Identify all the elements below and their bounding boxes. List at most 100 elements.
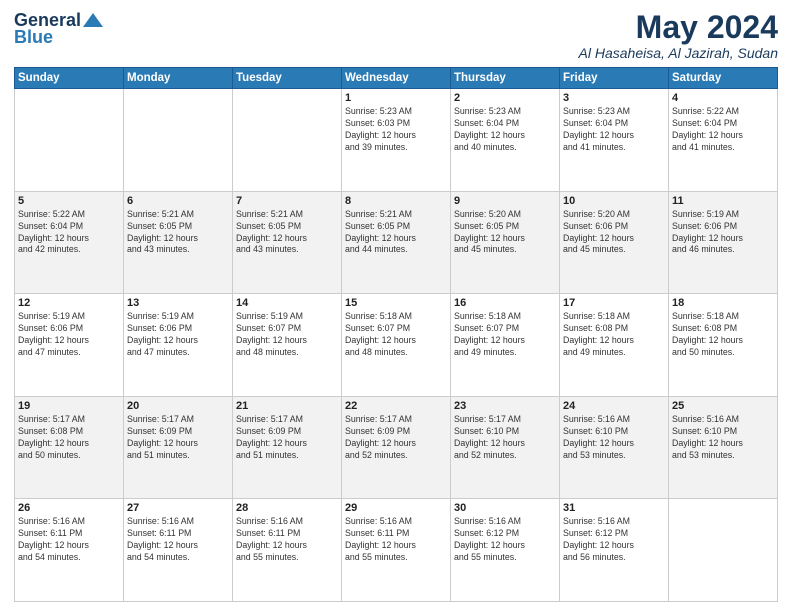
day-number: 3 [563, 92, 665, 104]
day-number: 29 [345, 502, 447, 514]
day-number: 27 [127, 502, 229, 514]
calendar-empty [233, 89, 342, 192]
day-info: Sunrise: 5:18 AM Sunset: 6:08 PM Dayligh… [563, 311, 665, 359]
day-info: Sunrise: 5:17 AM Sunset: 6:09 PM Dayligh… [236, 414, 338, 462]
day-info: Sunrise: 5:19 AM Sunset: 6:06 PM Dayligh… [18, 311, 120, 359]
calendar-day-20: 20 Sunrise: 5:17 AM Sunset: 6:09 PM Dayli… [124, 396, 233, 499]
day-number: 18 [672, 297, 774, 309]
day-info: Sunrise: 5:23 AM Sunset: 6:04 PM Dayligh… [563, 106, 665, 154]
day-info: Sunrise: 5:17 AM Sunset: 6:09 PM Dayligh… [345, 414, 447, 462]
calendar-week-1: 1 Sunrise: 5:23 AM Sunset: 6:03 PM Daylig… [15, 89, 778, 192]
day-number: 10 [563, 195, 665, 207]
day-number: 14 [236, 297, 338, 309]
calendar-day-17: 17Sunrise: 5:18 AM Sunset: 6:08 PM Dayli… [560, 294, 669, 397]
day-info: Sunrise: 5:16 AM Sunset: 6:10 PM Dayligh… [563, 414, 665, 462]
calendar-empty [124, 89, 233, 192]
day-info: Sunrise: 5:23 AM Sunset: 6:03 PM Dayligh… [345, 106, 447, 154]
day-header-sunday: Sunday [15, 68, 124, 89]
day-number: 24 [563, 400, 665, 412]
day-info: Sunrise: 5:20 AM Sunset: 6:05 PM Dayligh… [454, 209, 556, 257]
calendar-day-27: 27 Sunrise: 5:16 AM Sunset: 6:11 PM Dayli… [124, 499, 233, 602]
header: General Blue May 2024 Al Hasaheisa, Al J… [14, 10, 778, 61]
calendar-day-2: 2 Sunrise: 5:23 AM Sunset: 6:04 PM Daylig… [451, 89, 560, 192]
day-number: 5 [18, 195, 120, 207]
calendar-day-16: 16 Sunrise: 5:18 AM Sunset: 6:07 PM Dayli… [451, 294, 560, 397]
day-number: 31 [563, 502, 665, 514]
calendar-day-26: 26Sunrise: 5:16 AM Sunset: 6:11 PM Dayli… [15, 499, 124, 602]
day-header-saturday: Saturday [669, 68, 778, 89]
calendar-week-5: 26Sunrise: 5:16 AM Sunset: 6:11 PM Dayli… [15, 499, 778, 602]
day-info: Sunrise: 5:16 AM Sunset: 6:11 PM Dayligh… [345, 516, 447, 564]
day-info: Sunrise: 5:16 AM Sunset: 6:11 PM Dayligh… [236, 516, 338, 564]
calendar-day-7: 7 Sunrise: 5:21 AM Sunset: 6:05 PM Daylig… [233, 191, 342, 294]
subtitle: Al Hasaheisa, Al Jazirah, Sudan [579, 45, 778, 61]
day-info: Sunrise: 5:16 AM Sunset: 6:12 PM Dayligh… [563, 516, 665, 564]
day-number: 7 [236, 195, 338, 207]
day-info: Sunrise: 5:21 AM Sunset: 6:05 PM Dayligh… [127, 209, 229, 257]
day-info: Sunrise: 5:18 AM Sunset: 6:07 PM Dayligh… [454, 311, 556, 359]
day-info: Sunrise: 5:16 AM Sunset: 6:11 PM Dayligh… [127, 516, 229, 564]
calendar-day-1: 1 Sunrise: 5:23 AM Sunset: 6:03 PM Daylig… [342, 89, 451, 192]
calendar-day-15: 15Sunrise: 5:18 AM Sunset: 6:07 PM Dayli… [342, 294, 451, 397]
day-info: Sunrise: 5:19 AM Sunset: 6:06 PM Dayligh… [672, 209, 774, 257]
calendar-header-row: SundayMondayTuesdayWednesdayThursdayFrid… [15, 68, 778, 89]
day-info: Sunrise: 5:21 AM Sunset: 6:05 PM Dayligh… [236, 209, 338, 257]
day-header-tuesday: Tuesday [233, 68, 342, 89]
day-header-monday: Monday [124, 68, 233, 89]
calendar-day-28: 28Sunrise: 5:16 AM Sunset: 6:11 PM Dayli… [233, 499, 342, 602]
logo-icon [83, 13, 103, 29]
day-info: Sunrise: 5:20 AM Sunset: 6:06 PM Dayligh… [563, 209, 665, 257]
calendar-day-30: 30 Sunrise: 5:16 AM Sunset: 6:12 PM Dayli… [451, 499, 560, 602]
calendar-day-9: 9 Sunrise: 5:20 AM Sunset: 6:05 PM Daylig… [451, 191, 560, 294]
logo-blue: Blue [14, 27, 53, 48]
day-info: Sunrise: 5:18 AM Sunset: 6:08 PM Dayligh… [672, 311, 774, 359]
day-number: 20 [127, 400, 229, 412]
calendar-day-25: 25Sunrise: 5:16 AM Sunset: 6:10 PM Dayli… [669, 396, 778, 499]
calendar-day-10: 10 Sunrise: 5:20 AM Sunset: 6:06 PM Dayli… [560, 191, 669, 294]
calendar-week-4: 19Sunrise: 5:17 AM Sunset: 6:08 PM Dayli… [15, 396, 778, 499]
calendar-day-3: 3 Sunrise: 5:23 AM Sunset: 6:04 PM Daylig… [560, 89, 669, 192]
day-number: 19 [18, 400, 120, 412]
calendar-day-22: 22 Sunrise: 5:17 AM Sunset: 6:09 PM Dayli… [342, 396, 451, 499]
day-header-wednesday: Wednesday [342, 68, 451, 89]
calendar-day-14: 14 Sunrise: 5:19 AM Sunset: 6:07 PM Dayli… [233, 294, 342, 397]
day-info: Sunrise: 5:23 AM Sunset: 6:04 PM Dayligh… [454, 106, 556, 154]
calendar-day-29: 29 Sunrise: 5:16 AM Sunset: 6:11 PM Dayli… [342, 499, 451, 602]
calendar-week-3: 12 Sunrise: 5:19 AM Sunset: 6:06 PM Dayli… [15, 294, 778, 397]
day-header-friday: Friday [560, 68, 669, 89]
day-number: 9 [454, 195, 556, 207]
day-number: 4 [672, 92, 774, 104]
calendar-day-8: 8Sunrise: 5:21 AM Sunset: 6:05 PM Daylig… [342, 191, 451, 294]
day-number: 22 [345, 400, 447, 412]
logo: General Blue [14, 10, 103, 48]
calendar-day-13: 13Sunrise: 5:19 AM Sunset: 6:06 PM Dayli… [124, 294, 233, 397]
calendar-day-18: 18 Sunrise: 5:18 AM Sunset: 6:08 PM Dayli… [669, 294, 778, 397]
calendar-day-12: 12 Sunrise: 5:19 AM Sunset: 6:06 PM Dayli… [15, 294, 124, 397]
day-info: Sunrise: 5:16 AM Sunset: 6:12 PM Dayligh… [454, 516, 556, 564]
day-number: 12 [18, 297, 120, 309]
day-header-thursday: Thursday [451, 68, 560, 89]
calendar-day-23: 23Sunrise: 5:17 AM Sunset: 6:10 PM Dayli… [451, 396, 560, 499]
day-info: Sunrise: 5:18 AM Sunset: 6:07 PM Dayligh… [345, 311, 447, 359]
page: General Blue May 2024 Al Hasaheisa, Al J… [0, 0, 792, 612]
day-number: 23 [454, 400, 556, 412]
calendar-day-11: 11Sunrise: 5:19 AM Sunset: 6:06 PM Dayli… [669, 191, 778, 294]
main-title: May 2024 [579, 10, 778, 45]
day-number: 30 [454, 502, 556, 514]
day-info: Sunrise: 5:19 AM Sunset: 6:07 PM Dayligh… [236, 311, 338, 359]
day-number: 1 [345, 92, 447, 104]
day-number: 2 [454, 92, 556, 104]
calendar-day-24: 24 Sunrise: 5:16 AM Sunset: 6:10 PM Dayli… [560, 396, 669, 499]
day-info: Sunrise: 5:21 AM Sunset: 6:05 PM Dayligh… [345, 209, 447, 257]
day-number: 25 [672, 400, 774, 412]
day-number: 13 [127, 297, 229, 309]
day-info: Sunrise: 5:22 AM Sunset: 6:04 PM Dayligh… [672, 106, 774, 154]
day-number: 6 [127, 195, 229, 207]
day-info: Sunrise: 5:17 AM Sunset: 6:09 PM Dayligh… [127, 414, 229, 462]
day-number: 21 [236, 400, 338, 412]
calendar-day-19: 19Sunrise: 5:17 AM Sunset: 6:08 PM Dayli… [15, 396, 124, 499]
day-info: Sunrise: 5:22 AM Sunset: 6:04 PM Dayligh… [18, 209, 120, 257]
calendar-day-6: 6 Sunrise: 5:21 AM Sunset: 6:05 PM Daylig… [124, 191, 233, 294]
calendar-day-31: 31 Sunrise: 5:16 AM Sunset: 6:12 PM Dayli… [560, 499, 669, 602]
day-number: 16 [454, 297, 556, 309]
